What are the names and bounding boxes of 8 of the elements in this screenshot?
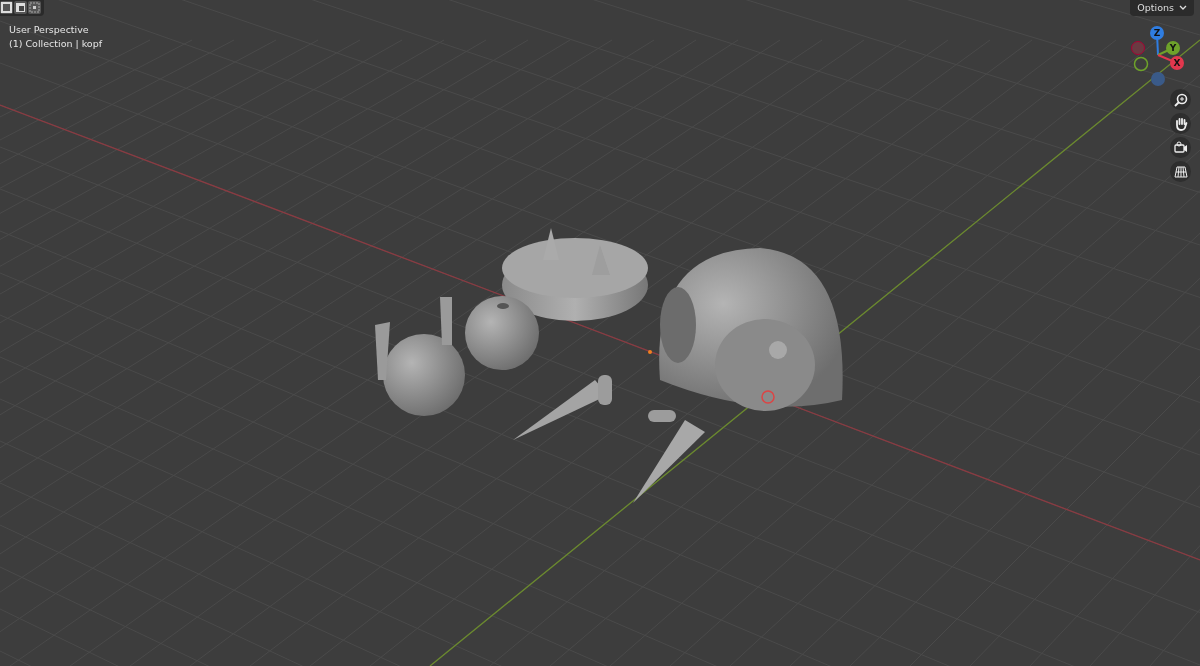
caret-icon (1179, 4, 1187, 11)
select-extend-icon[interactable] (14, 1, 27, 14)
select-box-icon[interactable] (0, 1, 13, 14)
collection-info: (1) Collection | kopf (9, 37, 103, 51)
3d-viewport[interactable]: User Perspective (1) Collection | kopf Options Z Y X (0, 0, 1200, 666)
options-dropdown[interactable]: Options (1130, 0, 1194, 16)
view-name: User Perspective (9, 23, 90, 37)
select-subtract-icon[interactable] (28, 1, 41, 14)
